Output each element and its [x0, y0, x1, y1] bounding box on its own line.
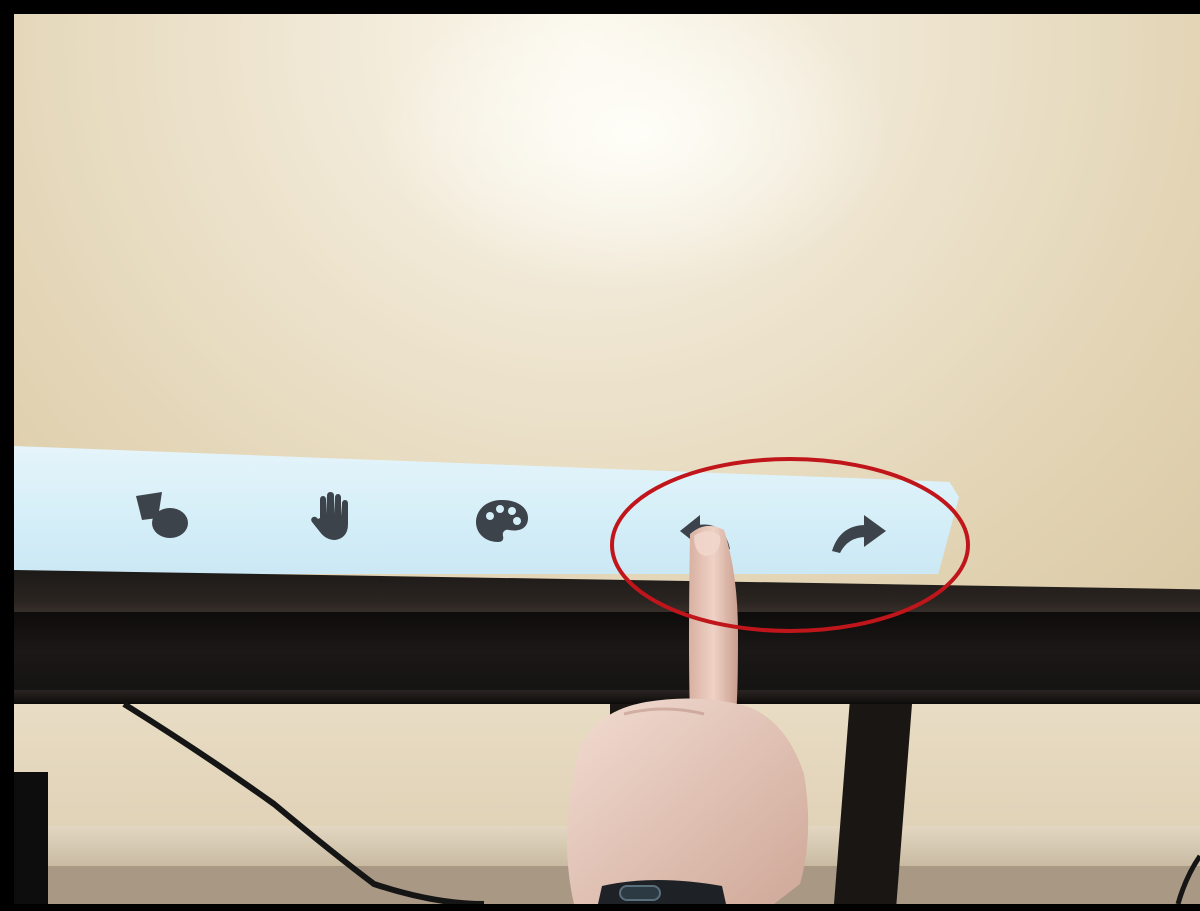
pointing-hand — [567, 525, 809, 904]
photo — [14, 14, 1200, 904]
photo-frame — [0, 0, 1200, 911]
watch — [619, 885, 661, 901]
